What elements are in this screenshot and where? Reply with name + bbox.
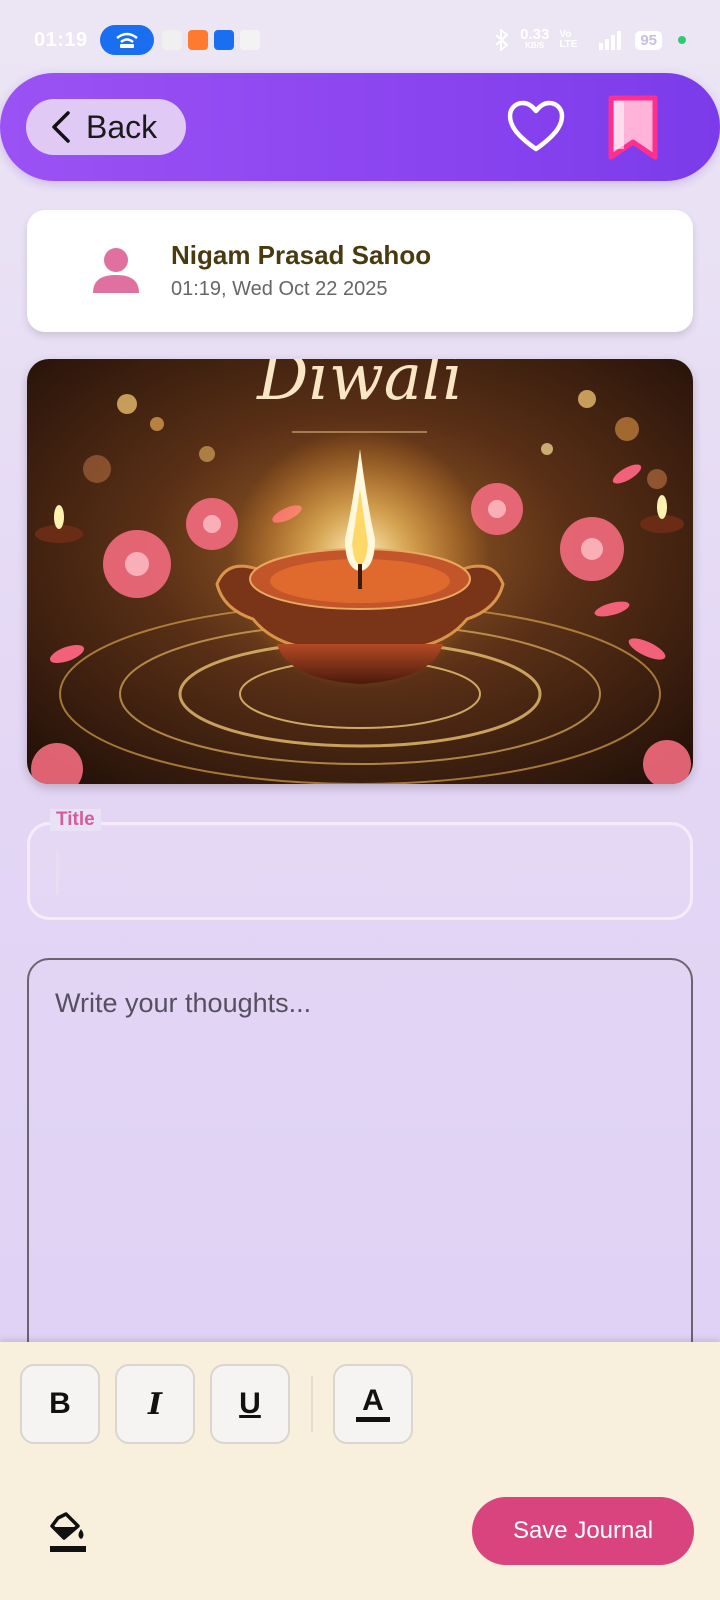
underline-button[interactable]: U <box>210 1364 290 1444</box>
volte-indicator: Vo LTE <box>559 29 578 50</box>
chevron-left-icon <box>52 111 70 143</box>
title-field[interactable]: Title <box>27 809 693 920</box>
net-speed-value: 0.33 <box>520 26 550 43</box>
hotspot-indicator <box>99 25 154 55</box>
bokeh-light <box>117 394 137 414</box>
title-label: Title <box>50 809 101 831</box>
battery-indicator: 95 <box>635 30 662 50</box>
user-name: Nigam Prasad Sahoo <box>171 240 432 270</box>
net-speed-unit: KB/S <box>525 41 545 50</box>
save-journal-button[interactable]: Save Journal <box>472 1497 694 1565</box>
back-button[interactable]: Back <box>26 99 186 155</box>
heart-icon <box>507 100 565 152</box>
signal-icon <box>599 31 622 50</box>
toolbar-divider <box>311 1376 313 1432</box>
thoughts-textarea[interactable]: Write your thoughts... <box>27 958 693 1378</box>
diwali-diya-image: Diwali <box>27 359 693 784</box>
text-cursor <box>56 851 59 895</box>
notification-icons <box>161 30 260 50</box>
paint-bucket-icon[interactable] <box>48 1512 88 1556</box>
journal-image[interactable]: Diwali <box>27 359 693 784</box>
wifi-hotspot-icon <box>115 32 138 48</box>
status-time: 01:19 <box>34 28 88 51</box>
bookmark-icon <box>608 95 658 160</box>
net-speed: 0.33 KB/S <box>520 26 550 51</box>
app-notification-icon <box>187 30 208 50</box>
active-dot <box>678 36 686 44</box>
entry-timestamp: 01:19, Wed Oct 22 2025 <box>171 278 388 300</box>
calendar-notification-icon <box>239 30 260 50</box>
bookmark-button[interactable] <box>608 95 658 161</box>
bold-button[interactable]: B <box>20 1364 100 1444</box>
text-color-label: A <box>362 1383 384 1417</box>
back-label: Back <box>86 108 158 145</box>
text-color-button[interactable]: A <box>333 1364 413 1444</box>
status-right: 0.33 KB/S Vo LTE 95 <box>494 26 686 51</box>
italic-button[interactable]: I <box>115 1364 195 1444</box>
formatting-toolbar: B I U A Save Journal <box>0 1342 720 1600</box>
thoughts-placeholder: Write your thoughts... <box>55 988 312 1018</box>
user-card: Nigam Prasad Sahoo 01:19, Wed Oct 22 202… <box>27 210 693 332</box>
image-caption: Diwali <box>256 359 463 415</box>
android-notification-icon <box>213 30 234 50</box>
app-header: Back <box>0 73 720 181</box>
bluetooth-icon <box>495 29 509 51</box>
person-icon <box>93 248 139 293</box>
text-color-swatch <box>356 1416 390 1422</box>
status-bar: 01:19 0.33 KB/S Vo LTE 95 <box>0 0 720 80</box>
gallery-notification-icon <box>161 30 182 50</box>
favorite-button[interactable] <box>506 99 566 155</box>
